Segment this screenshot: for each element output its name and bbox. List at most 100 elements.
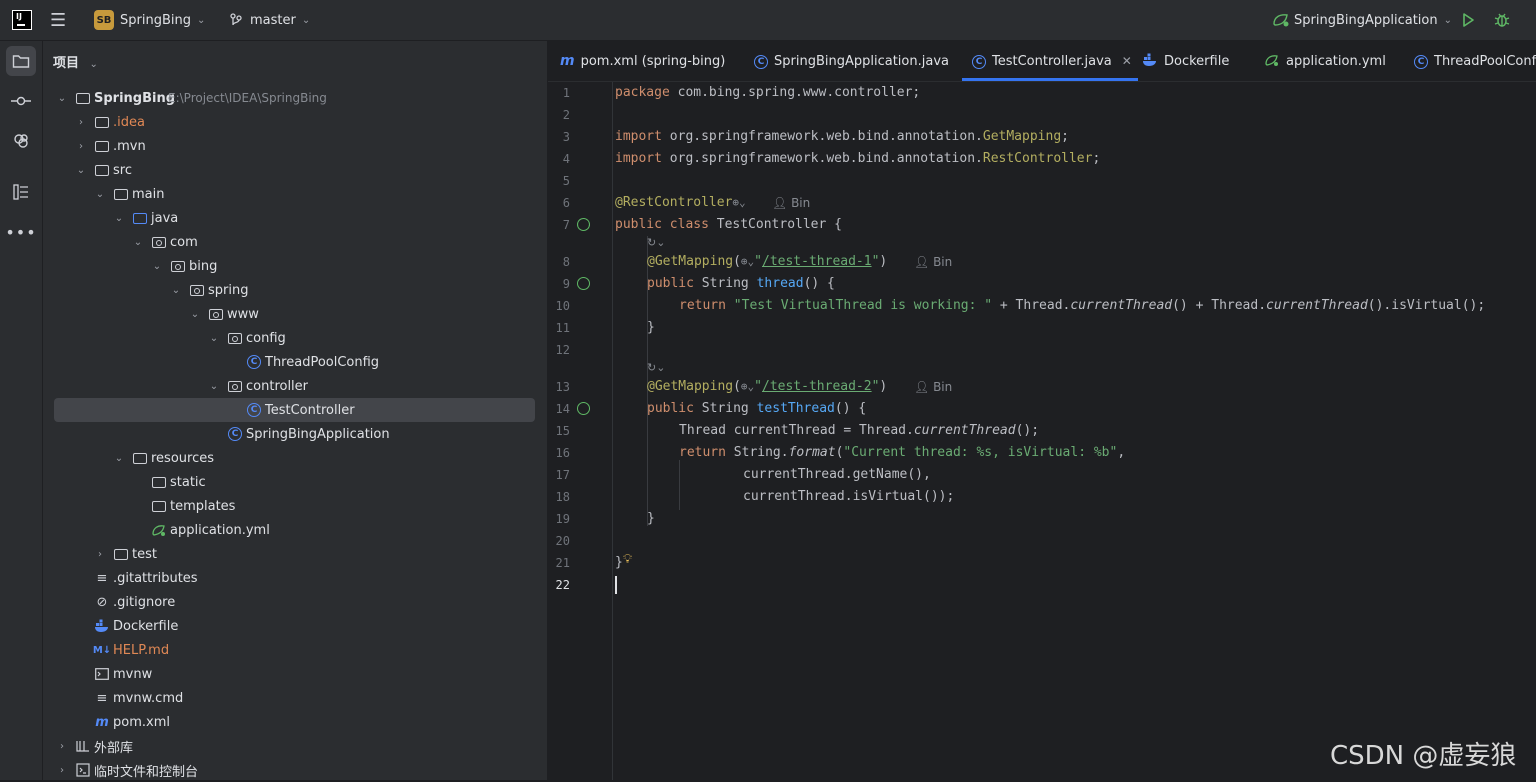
library-icon: [75, 738, 91, 754]
endpoint-gutter-icon[interactable]: [577, 277, 590, 290]
code-text: ();: [1015, 423, 1040, 438]
endpoint-gutter-icon[interactable]: [577, 402, 590, 415]
project-tool-button[interactable]: [6, 46, 36, 76]
tab-application-yml[interactable]: application.yml: [1264, 41, 1386, 81]
debug-button[interactable]: [1493, 0, 1511, 40]
tree-item-com[interactable]: ⌄ com: [43, 230, 547, 254]
tree-item-gitignore[interactable]: ⊘ .gitignore: [43, 590, 547, 614]
project-selector[interactable]: SB SpringBing ⌄: [94, 0, 205, 40]
tree-item-idea[interactable]: › .idea: [43, 110, 547, 134]
tree-item-java[interactable]: ⌄ java: [43, 206, 547, 230]
tree-item-test[interactable]: › test: [43, 542, 547, 566]
folder-icon: [113, 186, 129, 202]
text-file-icon: ≡: [96, 690, 108, 706]
endpoint-url[interactable]: /test-thread-2: [762, 379, 872, 394]
structure-tool-button[interactable]: [6, 177, 36, 207]
tab-threadpoolconfig[interactable]: C ThreadPoolConfig: [1414, 41, 1536, 81]
tab-testcontroller[interactable]: C TestController.java ✕: [962, 41, 1138, 81]
run-button[interactable]: [1460, 0, 1476, 40]
markdown-icon: M↓: [92, 644, 112, 656]
inlay-options-icon[interactable]: ↻⌄: [647, 359, 665, 377]
chevron-right-icon: ›: [60, 764, 64, 776]
line-number: 11: [555, 321, 570, 335]
chevron-down-icon: ⌄: [57, 92, 67, 104]
line-number: 1: [562, 86, 570, 100]
tree-item-main[interactable]: ⌄ main: [43, 182, 547, 206]
chevron-down-icon: ⌄: [209, 380, 219, 392]
tree-label: config: [246, 330, 286, 346]
project-panel-header[interactable]: 项目 ⌄: [53, 52, 98, 71]
tree-item-www[interactable]: ⌄ www: [43, 302, 547, 326]
tree-item-bing[interactable]: ⌄ bing: [43, 254, 547, 278]
close-icon[interactable]: ✕: [1122, 54, 1132, 68]
code-text: () {: [834, 401, 867, 416]
tree-item-src[interactable]: ⌄ src: [43, 158, 547, 182]
line-number: 21: [555, 556, 570, 570]
tree-item-static[interactable]: static: [43, 470, 547, 494]
tree-root[interactable]: ⌄ SpringBing E:\Project\IDEA\SpringBing: [43, 86, 547, 110]
run-config-selector[interactable]: SpringBingApplication ⌄: [1272, 0, 1452, 40]
annotation-class: GetMapping: [982, 129, 1062, 144]
author-hint[interactable]: 👤︎ Bin: [914, 251, 952, 273]
tree-item-spring[interactable]: ⌄ spring: [43, 278, 547, 302]
tree-label: controller: [246, 378, 309, 394]
ai-assistant-tool-button[interactable]: [6, 126, 36, 156]
chevron-down-icon: ⌄: [152, 260, 162, 272]
tree-item-mvnw-cmd[interactable]: ≡ mvnw.cmd: [43, 686, 547, 710]
code-text: ;: [1092, 151, 1101, 166]
project-panel-title: 项目: [53, 56, 80, 71]
folder-icon: [151, 474, 167, 490]
code-text: () + Thread.: [1172, 298, 1267, 313]
lightbulb-icon[interactable]: 💡︎: [623, 552, 632, 567]
more-tools-icon[interactable]: •••: [5, 217, 36, 247]
author-hint[interactable]: 👤︎ Bin: [772, 192, 810, 214]
tab-springbingapplication[interactable]: C SpringBingApplication.java: [754, 41, 949, 81]
tree-item-testcontroller[interactable]: C TestController: [43, 398, 547, 422]
tree-item-mvn[interactable]: › .mvn: [43, 134, 547, 158]
code-text: String: [693, 276, 757, 291]
tree-item-resources[interactable]: ⌄ resources: [43, 446, 547, 470]
debug-icon: [1494, 13, 1510, 27]
tree-item-gitattributes[interactable]: ≡ .gitattributes: [43, 566, 547, 590]
package-icon: [208, 306, 224, 322]
tree-label: HELP.md: [113, 642, 170, 658]
tree-item-controller[interactable]: ⌄ controller: [43, 374, 547, 398]
author-hint[interactable]: 👤︎ Bin: [914, 376, 952, 398]
intellij-logo-icon[interactable]: IJ: [12, 0, 32, 40]
code-line-16: return String.format("Current thread: %s…: [679, 442, 1125, 464]
project-panel: 项目 ⌄ ⌄ SpringBing E:\Project\IDEA\Spring…: [43, 41, 548, 780]
user-icon: 👤︎: [772, 196, 788, 210]
tree-item-threadpoolconfig[interactable]: C ThreadPoolConfig: [43, 350, 547, 374]
tree-label: resources: [151, 450, 215, 466]
spring-boot-icon: [1273, 14, 1289, 27]
code-text: ().isVirtual();: [1367, 298, 1486, 313]
tree-item-pom-xml[interactable]: m pom.xml: [43, 710, 547, 734]
endpoint-url[interactable]: /test-thread-1: [762, 254, 872, 269]
line-number: 7: [562, 218, 570, 232]
globe-icon[interactable]: ⊕⌄: [741, 255, 754, 268]
run-icon: [1463, 13, 1474, 27]
tree-item-springbingapplication[interactable]: C SpringBingApplication: [43, 422, 547, 446]
globe-icon[interactable]: ⊕⌄: [732, 196, 745, 209]
tree-item-templates[interactable]: templates: [43, 494, 547, 518]
commit-tool-button[interactable]: [6, 86, 36, 116]
tree-label: .gitattributes: [113, 570, 198, 586]
tree-item-external-libraries[interactable]: › 外部库: [43, 734, 547, 758]
static-method: format: [788, 445, 836, 460]
annotation: @GetMapping: [647, 254, 734, 269]
tree-item-mvnw[interactable]: mvnw: [43, 662, 547, 686]
tree-item-scratches[interactable]: › 临时文件和控制台: [43, 758, 547, 782]
tab-pom-xml[interactable]: m pom.xml (spring-bing): [560, 41, 725, 81]
branch-selector[interactable]: master ⌄: [228, 0, 310, 40]
line-number: 2: [562, 108, 570, 122]
inlay-options-icon[interactable]: ↻⌄: [647, 234, 665, 252]
globe-icon[interactable]: ⊕⌄: [741, 380, 754, 393]
tree-item-help-md[interactable]: M↓ HELP.md: [43, 638, 547, 662]
main-menu-icon[interactable]: ☰: [50, 0, 66, 40]
tree-item-application-yml[interactable]: application.yml: [43, 518, 547, 542]
tab-dockerfile[interactable]: Dockerfile: [1142, 41, 1229, 81]
tree-item-config[interactable]: ⌄ config: [43, 326, 547, 350]
tree-item-dockerfile[interactable]: Dockerfile: [43, 614, 547, 638]
code-text: org.springframework.web.bind.annotation.: [661, 129, 983, 144]
chevron-down-icon: ⌄: [114, 212, 124, 224]
